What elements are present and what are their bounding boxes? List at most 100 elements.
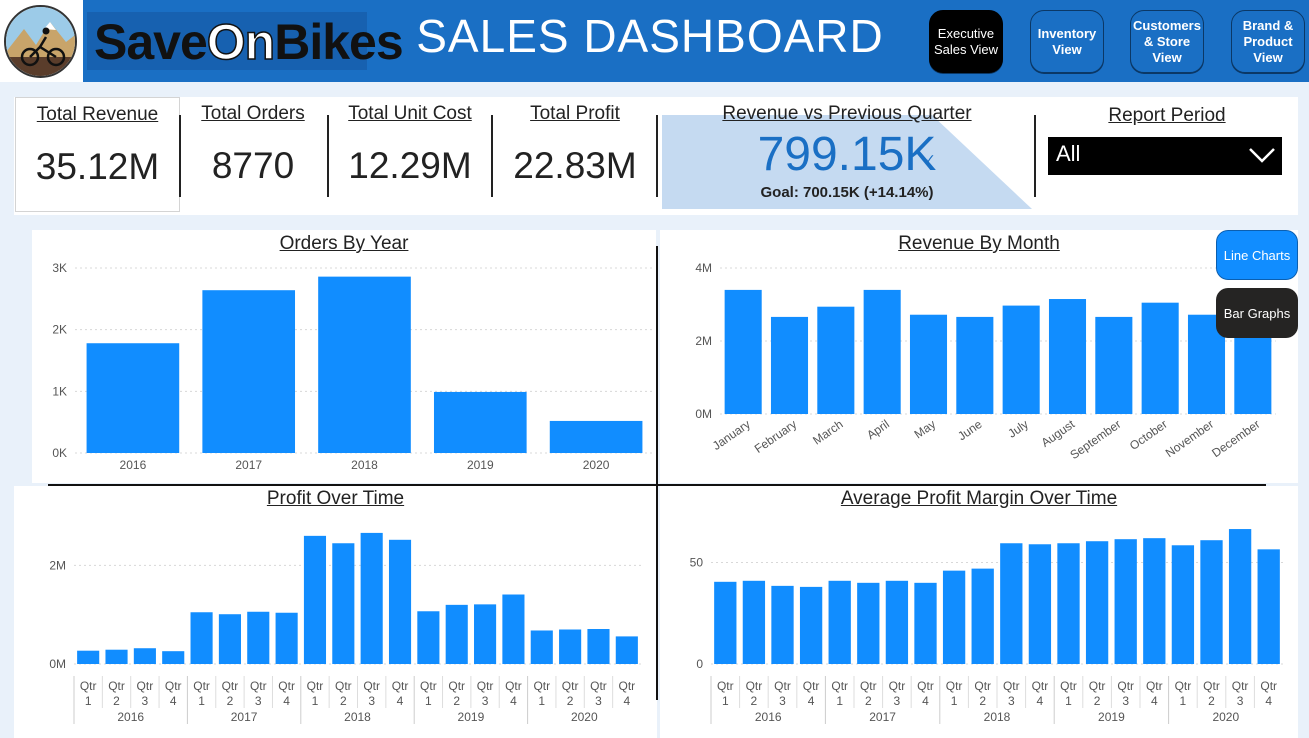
x-tick-label: 2: [751, 694, 758, 708]
bar: [1171, 545, 1195, 664]
x-tick-label: 2: [453, 694, 460, 708]
x-tick-label: May: [912, 417, 939, 441]
bar-graphs-button[interactable]: Bar Graphs: [1216, 288, 1298, 338]
brand-part-bikes: Bikes: [274, 14, 403, 70]
kpi-value: 799.15K: [757, 128, 937, 181]
bar: [909, 314, 948, 414]
x-tick-label: Qtr: [448, 679, 465, 693]
y-tick-label: 50: [690, 556, 704, 570]
kpi-total-unit-cost: Total Unit Cost 12.29M: [330, 97, 490, 212]
kpi-value: 35.12M: [35, 146, 160, 187]
y-tick-label: 2K: [52, 323, 67, 337]
x-tick-label: 2017: [235, 458, 262, 472]
x-tick-label: Qtr: [108, 679, 125, 693]
x-tick-label: Qtr: [562, 679, 579, 693]
bar: [1057, 543, 1080, 664]
kpi-total-orders: Total Orders 8770: [183, 97, 323, 212]
bar: [247, 611, 270, 664]
x-tick-label: 4: [510, 694, 517, 708]
x-tick-label: August: [1039, 417, 1078, 450]
x-tick-label: January: [710, 417, 753, 453]
bar: [971, 568, 994, 664]
year-label: 2020: [571, 710, 598, 724]
nav-inventory-view-button[interactable]: Inventory View: [1030, 10, 1104, 73]
x-tick-label: 4: [1151, 694, 1158, 708]
x-tick-label: Qtr: [477, 679, 494, 693]
x-tick-label: 3: [255, 694, 262, 708]
kpi-goal: Goal: 700.15K (+14.14%): [760, 184, 934, 201]
x-tick-label: 1: [722, 694, 729, 708]
x-tick-label: Qtr: [420, 679, 437, 693]
x-tick-label: 4: [1037, 694, 1044, 708]
x-tick-label: 1: [312, 694, 319, 708]
x-tick-label: Qtr: [250, 679, 267, 693]
x-tick-label: 3: [1237, 694, 1244, 708]
bar: [857, 582, 880, 664]
bar: [724, 289, 762, 414]
x-tick-label: Qtr: [917, 679, 934, 693]
x-tick-label: 2: [227, 694, 234, 708]
x-tick-label: Qtr: [392, 679, 409, 693]
nav-label-line: & Store: [1143, 33, 1191, 49]
year-label: 2017: [231, 710, 258, 724]
x-tick-label: 4: [808, 694, 815, 708]
report-period-dropdown[interactable]: All: [1048, 137, 1282, 175]
bar: [1141, 302, 1179, 414]
bar: [1095, 316, 1133, 414]
x-tick-label: 1: [85, 694, 92, 708]
nav-executive-sales-view-button[interactable]: Executive Sales View: [929, 10, 1003, 73]
nav-label-line: Executive: [937, 25, 995, 41]
x-tick-label: 2020: [583, 458, 610, 472]
bar: [360, 532, 383, 664]
x-tick-label: Qtr: [307, 679, 324, 693]
bar: [133, 648, 156, 664]
x-tick-label: Qtr: [974, 679, 991, 693]
x-tick-label: November: [1163, 417, 1216, 460]
bar: [1028, 544, 1052, 664]
brand-part-on: On: [206, 13, 276, 71]
page-title: SALES DASHBOARD: [416, 10, 884, 62]
x-tick-label: Qtr: [505, 679, 522, 693]
x-tick-label: June: [955, 417, 985, 444]
bar: [615, 636, 638, 664]
orders-by-year-panel: Orders By Year 0K 1K 2K 3K 2016 2017 2018 2019 2…: [32, 230, 656, 483]
bar: [275, 612, 298, 664]
x-tick-label: March: [810, 417, 845, 448]
nav-customers-store-view-button[interactable]: Customers & Store View: [1130, 10, 1204, 73]
chevron-down-icon: [1249, 148, 1275, 163]
y-tick-label: 1K: [52, 384, 67, 398]
x-tick-label: 3: [894, 694, 901, 708]
x-tick-label: Qtr: [278, 679, 295, 693]
bar: [956, 316, 994, 414]
x-tick-label: 4: [922, 694, 929, 708]
year-label: 2019: [1098, 710, 1125, 724]
line-charts-button[interactable]: Line Charts: [1216, 230, 1298, 280]
nav-label-line: View: [1052, 41, 1082, 57]
x-tick-label: Qtr: [1232, 679, 1249, 693]
bar: [417, 611, 440, 664]
x-tick-label: Qtr: [137, 679, 154, 693]
x-tick-label: 4: [1265, 694, 1272, 708]
x-tick-label: Qtr: [165, 679, 182, 693]
kpi-value: 22.83M: [513, 145, 637, 186]
x-tick-label: Qtr: [774, 679, 791, 693]
bar: [1000, 543, 1023, 664]
revenue-vs-previous-quarter-card: Revenue vs Previous Quarter 799.15K ✓ Go…: [662, 97, 1032, 212]
bar: [770, 316, 809, 414]
nav-label-line: View: [1253, 49, 1283, 65]
bar: [714, 581, 737, 664]
x-tick-label: Qtr: [831, 679, 848, 693]
bar: [77, 650, 100, 664]
x-tick-label: 2019: [467, 458, 494, 472]
bar: [433, 391, 527, 453]
nav-brand-product-view-button[interactable]: Brand & Product View: [1231, 10, 1305, 73]
x-tick-label: Qtr: [1089, 679, 1106, 693]
bar: [303, 535, 327, 664]
x-tick-label: Qtr: [335, 679, 352, 693]
bar: [1200, 540, 1223, 664]
x-tick-label: 1: [538, 694, 545, 708]
revenue-by-month-panel: Revenue By Month 0M 2M 4M January February Ma…: [660, 230, 1298, 483]
bar: [914, 582, 937, 664]
kpi-title: Total Profit: [530, 103, 620, 124]
bar: [190, 612, 213, 664]
